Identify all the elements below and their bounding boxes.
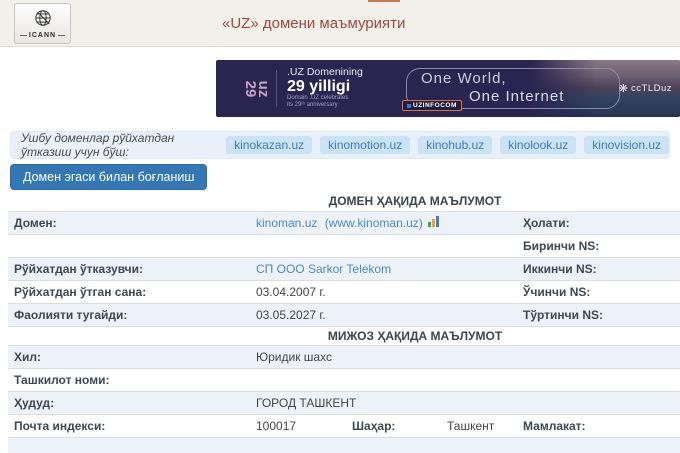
whois-table: ДОМЕН ҲАҚИДА МАЪЛУМОТ Домен: kinoman.uz …: [8, 192, 680, 453]
cctld-gear-icon: ❋: [618, 83, 629, 95]
row-label: Домен:: [14, 215, 57, 230]
uzinfocom-square-icon: [407, 103, 411, 108]
banner-title-block: .UZ Domenining 29 yilligi Domain .UZ cel…: [287, 66, 363, 109]
banner-subtitle-line1: Domain .UZ celebrates: [287, 95, 349, 101]
available-domain-link[interactable]: kinolook.uz: [500, 136, 577, 154]
slogan-line1: One World,: [421, 70, 507, 87]
cctld-logo: ❋ ccTLDuz: [618, 83, 672, 95]
row-value: 03.04.2007 г.: [256, 284, 326, 299]
domain-link[interactable]: kinoman.uz: [256, 216, 317, 230]
row-value: [248, 234, 515, 257]
table-row-registrar: Рўйхатдан ўтказувчи: СП ООО Sarkor Telek…: [8, 257, 680, 280]
city-label: Шаҳар:: [352, 418, 396, 433]
table-row-registered-date: Рўйхатдан ўтган сана: 03.04.2007 г. Ўчин…: [8, 280, 680, 303]
available-domain-link[interactable]: kinohub.uz: [418, 136, 493, 154]
row-right-label: Ҳолати:: [523, 215, 570, 230]
row-label: Ташкилот номи:: [14, 372, 110, 387]
registrar-link[interactable]: СП ООО Sarkor Telekom: [256, 262, 391, 276]
row-right-label: Тўртинчи NS:: [523, 307, 604, 322]
row-right-label: Иккинчи NS:: [523, 261, 597, 276]
row-label: [8, 234, 248, 257]
icann-label: ICANN: [19, 32, 66, 39]
section-title: МИЖОЗ ҲАҚИДА МАЪЛУМОТ: [327, 328, 503, 343]
stats-icon[interactable]: [427, 215, 439, 227]
available-domains-strip: Ушбу доменлар рўйхатдан ўтказиш учун бўш…: [10, 131, 670, 159]
contact-owner-button[interactable]: Домен эгаси билан боғланиш: [10, 164, 208, 190]
row-value: kinoman.uz (www.kinoman.uz): [248, 211, 515, 234]
row-value: Юридик шахс: [256, 349, 332, 364]
available-domain-link[interactable]: kinovision.uz: [584, 136, 669, 154]
row-value: СП ООО Sarkor Telekom: [248, 257, 515, 280]
table-row-region: Ҳудуд: ГОРОД ТАШКЕНТ: [8, 391, 680, 414]
slogan-line2: One Internet: [469, 88, 565, 105]
available-domain-link[interactable]: kinomotion.uz: [320, 136, 411, 154]
table-row-clipped: [8, 437, 680, 453]
section-title: ДОМЕН ҲАҚИДА МАЪЛУМОТ: [328, 194, 502, 209]
icann-globe-icon: [34, 9, 52, 31]
row-value: 03.05.2027 г.: [256, 307, 326, 322]
table-row-type: Хил: Юридик шахс: [8, 345, 680, 368]
city-value: Ташкент: [447, 418, 495, 433]
table-row-organization: Ташкилот номи:: [8, 368, 680, 391]
table-row-postal: Почта индекси: 100017 Шаҳар: Ташкент Мам…: [8, 414, 680, 437]
row-label: Рўйхатдан ўтган сана:: [14, 284, 147, 299]
banner-divider: [276, 70, 277, 107]
row-label: Рўйхатдан ўтказувчи:: [14, 261, 143, 276]
table-row-expiry-date: Фаолияти тугайди: 03.05.2027 г. Тўртинчи…: [8, 303, 680, 326]
country-label: Мамлакат:: [523, 418, 586, 433]
row-label: Почта индекси:: [14, 418, 106, 433]
table-row-ns1: Биринчи NS:: [8, 234, 680, 257]
row-value: ГОРОД ТАШКЕНТ: [256, 395, 357, 410]
anniversary-banner[interactable]: uz 29 .UZ Domenining 29 yilligi Domain .…: [216, 60, 680, 117]
www-domain-link[interactable]: (www.kinoman.uz): [325, 216, 423, 230]
row-label: Ҳудуд:: [14, 395, 55, 410]
available-domains-label: Ушбу доменлар рўйхатдан ўтказиш учун бўш…: [21, 131, 175, 159]
row-value: 100017: [256, 418, 297, 433]
page-title: «UZ» домени маъмурияти: [222, 15, 406, 32]
uzinfocom-logo: UZINFOCOM: [402, 100, 462, 111]
row-right-label: Биринчи NS:: [523, 238, 600, 253]
table-row-domain: Домен: kinoman.uz (www.kinoman.uz) Ҳолат…: [8, 211, 680, 234]
banner-subtitle-line2: its 29ᵗʰ anniversary: [287, 102, 338, 108]
top-accent-strip: [368, 0, 400, 2]
uz29-logo: uz 29: [242, 80, 272, 98]
icann-logo[interactable]: ICANN: [14, 3, 71, 44]
top-header-bar: ICANN «UZ» домени маъмурияти: [0, 0, 680, 47]
client-info-section-header: МИЖОЗ ҲАҚИДА МАЪЛУМОТ: [8, 326, 680, 345]
available-domain-link[interactable]: kinokazan.uz: [226, 136, 313, 154]
banner-title-line2: 29 yilligi: [287, 78, 351, 95]
row-right-label: Ўчинчи NS:: [523, 284, 591, 299]
row-label: Хил:: [14, 349, 41, 364]
row-value: [248, 368, 680, 391]
domain-info-section-header: ДОМЕН ҲАҚИДА МАЪЛУМОТ: [8, 192, 680, 211]
row-label: Фаолияти тугайди:: [14, 307, 128, 322]
banner-title-line1: .UZ Domenining: [287, 66, 363, 78]
